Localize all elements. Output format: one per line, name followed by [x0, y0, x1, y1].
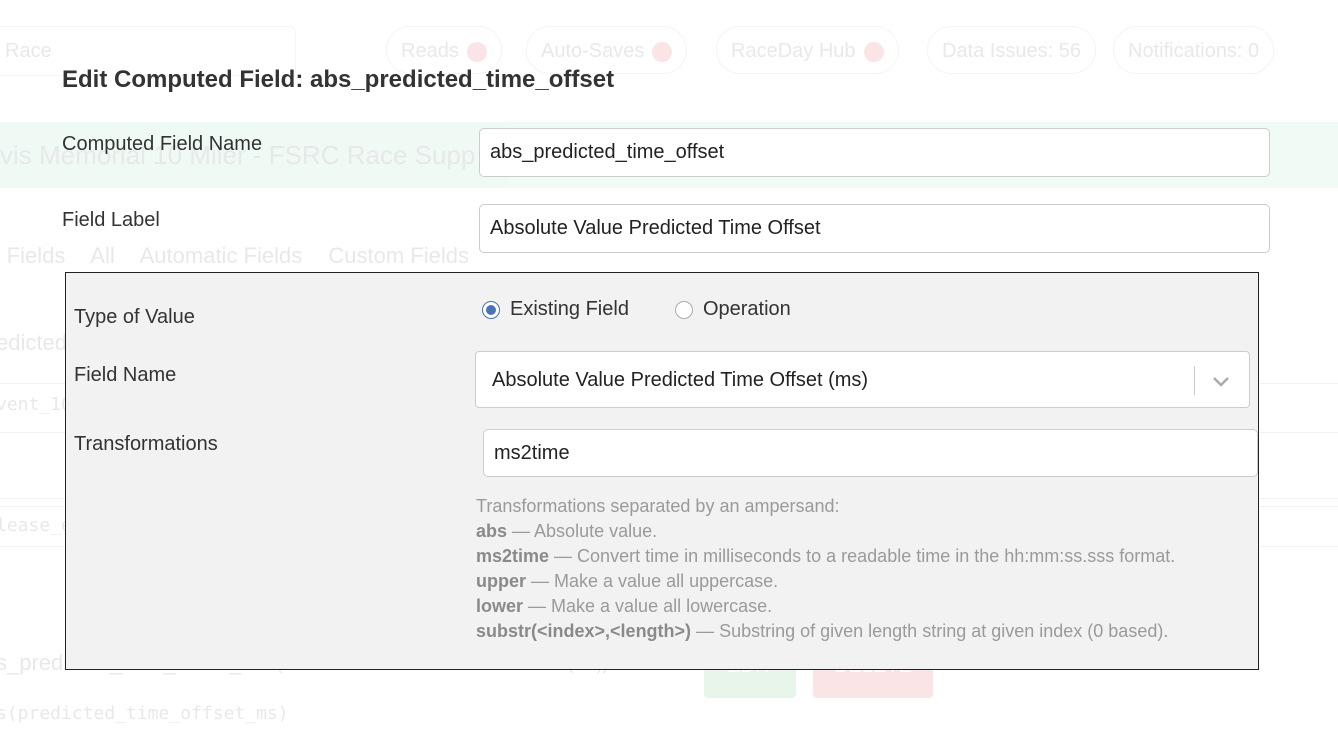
- pill-label: Notifications: 0: [1128, 40, 1260, 62]
- help-desc: — Convert time in milliseconds to a read…: [549, 546, 1176, 566]
- help-desc: — Make a value all uppercase.: [526, 571, 779, 591]
- help-key: lower: [476, 596, 524, 616]
- help-desc: — Make a value all lowercase.: [523, 596, 773, 616]
- tab-automatic: Automatic Fields: [139, 243, 303, 268]
- computed-field-name-label: Computed Field Name: [62, 133, 263, 155]
- computed-field-name-input[interactable]: abs_predicted_time_offset: [479, 128, 1270, 177]
- help-intro: Transformations separated by an ampersan…: [476, 496, 840, 516]
- input-value: Absolute Value Predicted Time Offset: [490, 217, 821, 239]
- transformations-help: Transformations separated by an ampersan…: [476, 494, 1175, 644]
- pill-label: Data Issues: 56: [942, 40, 1081, 62]
- type-of-value-radio-group: Existing Field Operation: [482, 298, 837, 321]
- radio-button-checked[interactable]: [482, 300, 500, 319]
- field-tabs: om Fields All Automatic Fields Custom Fi…: [0, 243, 489, 269]
- help-item: abs — Absolute value.: [476, 519, 1175, 544]
- help-key: substr(<index>,<length>): [476, 621, 692, 641]
- modal-title: Edit Computed Field: abs_predicted_time_…: [62, 66, 615, 93]
- status-dot: [652, 41, 673, 62]
- field-name-label: Field Name: [74, 364, 177, 386]
- help-key: abs: [476, 521, 508, 541]
- pill-label: Reads: [401, 40, 459, 62]
- data-issues-pill: Data Issues: 56: [927, 26, 1096, 74]
- field-code: s(predicted_time_offset_ms): [0, 703, 289, 724]
- input-value: abs_predicted_time_offset: [490, 141, 725, 163]
- status-dot: [466, 41, 487, 62]
- input-value: ms2time: [494, 441, 570, 464]
- section-heading: om Fields: [0, 243, 66, 268]
- pill-label: Auto-Saves: [541, 40, 645, 62]
- tab-custom: Custom Fields: [328, 243, 469, 268]
- help-item: substr(<index>,<length>) — Substring of …: [476, 619, 1175, 644]
- help-item: lower — Make a value all lowercase.: [476, 594, 1175, 619]
- radio-existing-field[interactable]: Existing Field: [482, 298, 629, 321]
- chevron-down-icon[interactable]: [1208, 368, 1234, 394]
- field-label-input[interactable]: Absolute Value Predicted Time Offset: [479, 204, 1270, 253]
- notifications-pill: Notifications: 0: [1113, 26, 1275, 74]
- select-value: Absolute Value Predicted Time Offset (ms…: [492, 369, 869, 391]
- radio-label: Existing Field: [510, 298, 629, 320]
- radio-operation[interactable]: Operation: [674, 298, 791, 321]
- help-key: upper: [476, 571, 527, 591]
- radio-button[interactable]: [674, 300, 693, 319]
- help-desc: — Absolute value.: [507, 521, 658, 541]
- raceday-hub-pill: RaceDay Hub: [716, 26, 899, 74]
- select-separator: [1194, 366, 1195, 395]
- status-dot: [863, 41, 884, 62]
- help-item: upper — Make a value all uppercase.: [476, 569, 1175, 594]
- field-name-select[interactable]: Absolute Value Predicted Time Offset (ms…: [475, 351, 1250, 408]
- help-key: ms2time: [476, 546, 550, 566]
- help-item: ms2time — Convert time in milliseconds t…: [476, 544, 1175, 569]
- tab-all: All: [90, 243, 115, 268]
- type-of-value-label: Type of Value: [74, 306, 195, 328]
- radio-label: Operation: [702, 298, 791, 320]
- field-label-label: Field Label: [62, 209, 160, 231]
- transformations-label: Transformations: [74, 433, 218, 455]
- pill-label: RaceDay Hub: [731, 40, 856, 62]
- transformations-input[interactable]: ms2time: [483, 429, 1258, 477]
- help-desc: — Substring of given length string at gi…: [691, 621, 1169, 641]
